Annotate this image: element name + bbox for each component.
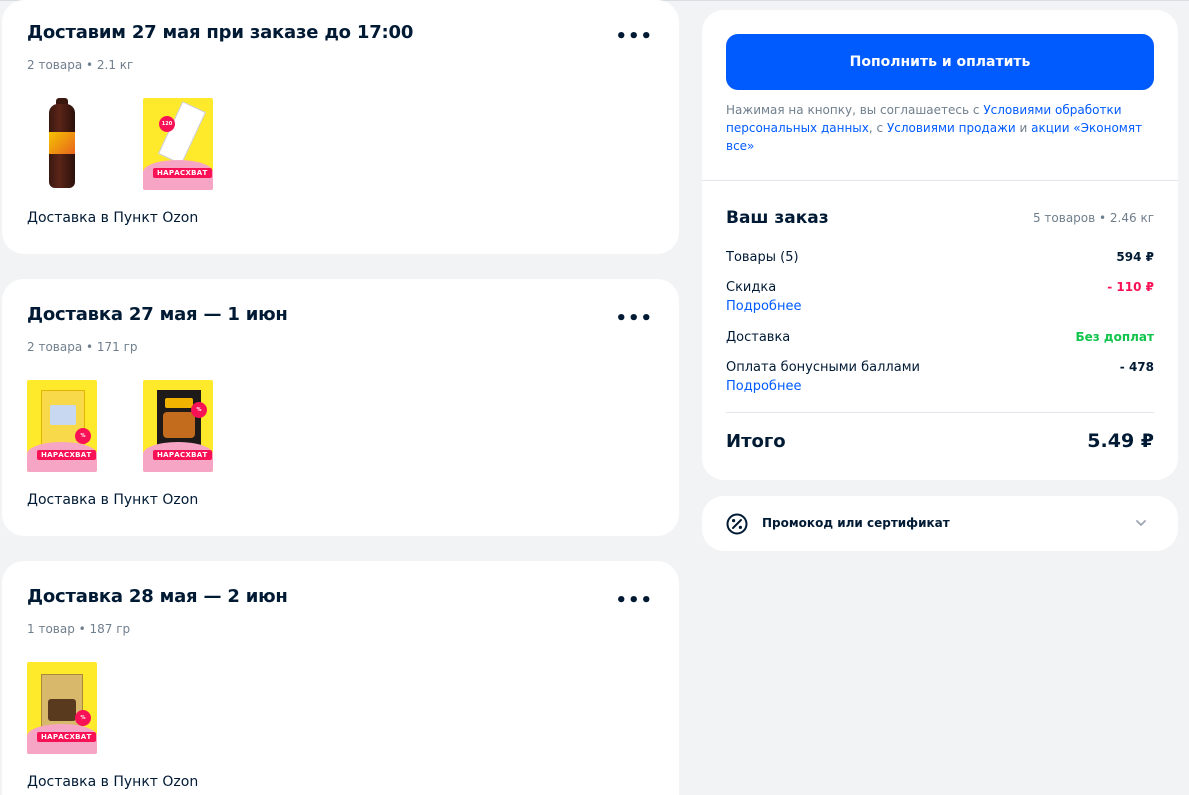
bonus-details-link[interactable]: Подробнее <box>726 379 801 394</box>
shipment-card-1: Доставим 27 мая при заказе до 17:00 ••• … <box>2 0 679 254</box>
delivery-method: Доставка в Пункт Ozon <box>27 210 199 226</box>
divider <box>702 180 1178 181</box>
total-label: Итого <box>726 431 786 452</box>
legal-text: , с <box>868 121 887 135</box>
more-options-icon[interactable]: ••• <box>615 28 653 46</box>
total-value: 5.49 ₽ <box>1087 430 1154 452</box>
legal-text: и <box>1015 121 1032 135</box>
hot-tag: НАРАСХВАТ <box>153 450 212 460</box>
discount-details-link[interactable]: Подробнее <box>726 299 801 314</box>
shipment-card-2: Доставка 27 мая — 1 июн ••• 2 товара • 1… <box>2 279 679 536</box>
bonus-label: Оплата бонусными баллами <box>726 360 920 375</box>
bonus-value: - 478 <box>1119 360 1154 374</box>
shipment-title: Доставка 28 мая — 2 июн <box>27 586 288 607</box>
order-meta: 5 товаров • 2.46 кг <box>1032 211 1154 225</box>
more-options-icon[interactable]: ••• <box>615 310 653 328</box>
discount-value: - 110 ₽ <box>1107 280 1154 294</box>
hot-tag: НАРАСХВАТ <box>37 732 96 742</box>
goods-value: 594 ₽ <box>1116 250 1154 264</box>
product-thumb-noodles[interactable]: % НАРАСХВАТ <box>27 380 97 472</box>
more-options-icon[interactable]: ••• <box>615 592 653 610</box>
divider <box>726 412 1154 413</box>
goods-label: Товары (5) <box>726 250 799 265</box>
product-thumbnails: 120 НАРАСХВАТ <box>27 98 213 190</box>
promo-label: Промокод или сертификат <box>762 516 950 530</box>
delivery-method: Доставка в Пункт Ozon <box>27 492 199 508</box>
delivery-value: Без доплат <box>1075 330 1154 344</box>
percent-icon <box>726 513 748 535</box>
shipment-title: Доставим 27 мая при заказе до 17:00 <box>27 22 414 43</box>
chevron-down-icon[interactable] <box>1134 516 1148 530</box>
pay-button[interactable]: Пополнить и оплатить <box>726 34 1154 90</box>
shipment-card-3: Доставка 28 мая — 2 июн ••• 1 товар • 18… <box>2 561 679 795</box>
product-thumbnails: % НАРАСХВАТ % НАРАСХВАТ <box>27 380 213 472</box>
sale-terms-link[interactable]: Условиями продажи <box>887 121 1016 135</box>
delivery-method: Доставка в Пункт Ozon <box>27 774 199 790</box>
product-thumbnails: % НАРАСХВАТ <box>27 662 97 754</box>
hot-tag: НАРАСХВАТ <box>37 450 96 460</box>
shipment-meta: 1 товар • 187 гр <box>27 622 131 636</box>
shipment-title: Доставка 27 мая — 1 июн <box>27 304 288 325</box>
product-thumb-chips[interactable]: % НАРАСХВАТ <box>143 380 213 472</box>
promo-code-toggle[interactable]: Промокод или сертификат <box>702 496 1178 551</box>
legal-text: Нажимая на кнопку, вы соглашаетесь с <box>726 103 984 117</box>
order-title: Ваш заказ <box>726 208 829 228</box>
product-thumb-seasoning[interactable]: % НАРАСХВАТ <box>27 662 97 754</box>
order-summary-card: Пополнить и оплатить Нажимая на кнопку, … <box>702 10 1178 480</box>
delivery-label: Доставка <box>726 330 791 345</box>
discount-label: Скидка <box>726 280 777 295</box>
product-thumb-sticks[interactable]: 120 НАРАСХВАТ <box>143 98 213 190</box>
legal-notice: Нажимая на кнопку, вы соглашаетесь с Усл… <box>726 101 1154 155</box>
shipment-meta: 2 товара • 2.1 кг <box>27 58 134 72</box>
product-thumb-soda[interactable] <box>27 98 97 190</box>
shipment-meta: 2 товара • 171 гр <box>27 340 138 354</box>
hot-tag: НАРАСХВАТ <box>153 168 212 178</box>
